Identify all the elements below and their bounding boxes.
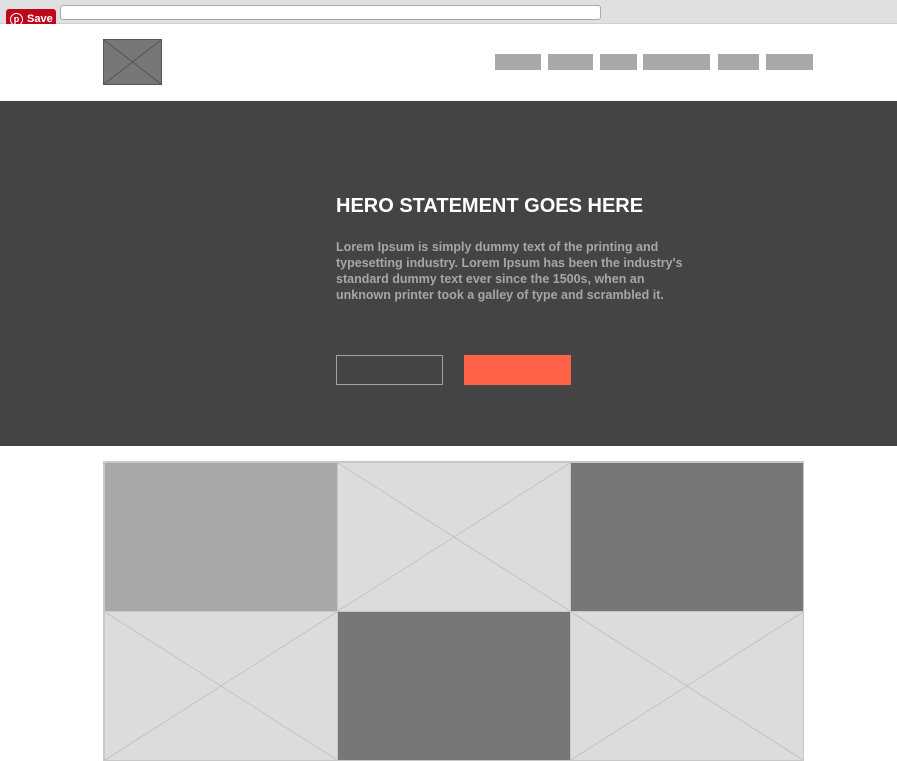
hero-body-text: Lorem Ipsum is simply dummy text of the …	[336, 240, 683, 302]
nav-item-4[interactable]	[643, 54, 710, 70]
site-header	[0, 24, 897, 101]
browser-toolbar	[0, 0, 897, 24]
grid-tile-6[interactable]	[570, 611, 804, 761]
nav-item-6[interactable]	[766, 54, 813, 70]
hero-secondary-button[interactable]	[336, 355, 443, 385]
nav-item-2[interactable]	[548, 54, 593, 70]
nav-item-3[interactable]	[600, 54, 637, 70]
grid-tile-3[interactable]	[570, 462, 804, 612]
image-placeholder-icon	[105, 612, 337, 760]
nav-item-5[interactable]	[718, 54, 759, 70]
nav-item-1[interactable]	[495, 54, 541, 70]
grid-tile-1[interactable]	[104, 462, 338, 612]
image-grid	[103, 461, 804, 761]
hero-primary-button[interactable]	[464, 355, 571, 385]
hero-title: HERO STATEMENT GOES HERE	[336, 195, 644, 217]
url-bar[interactable]	[60, 5, 601, 20]
image-placeholder-icon	[571, 612, 803, 760]
logo-image-placeholder-icon[interactable]	[103, 39, 162, 85]
image-placeholder-icon	[103, 39, 162, 85]
hero-section: HERO STATEMENT GOES HERE Lorem Ipsum is …	[0, 101, 897, 446]
grid-tile-5[interactable]	[337, 611, 571, 761]
grid-tile-2[interactable]	[337, 462, 571, 612]
image-placeholder-icon	[338, 463, 570, 611]
grid-tile-4[interactable]	[104, 611, 338, 761]
